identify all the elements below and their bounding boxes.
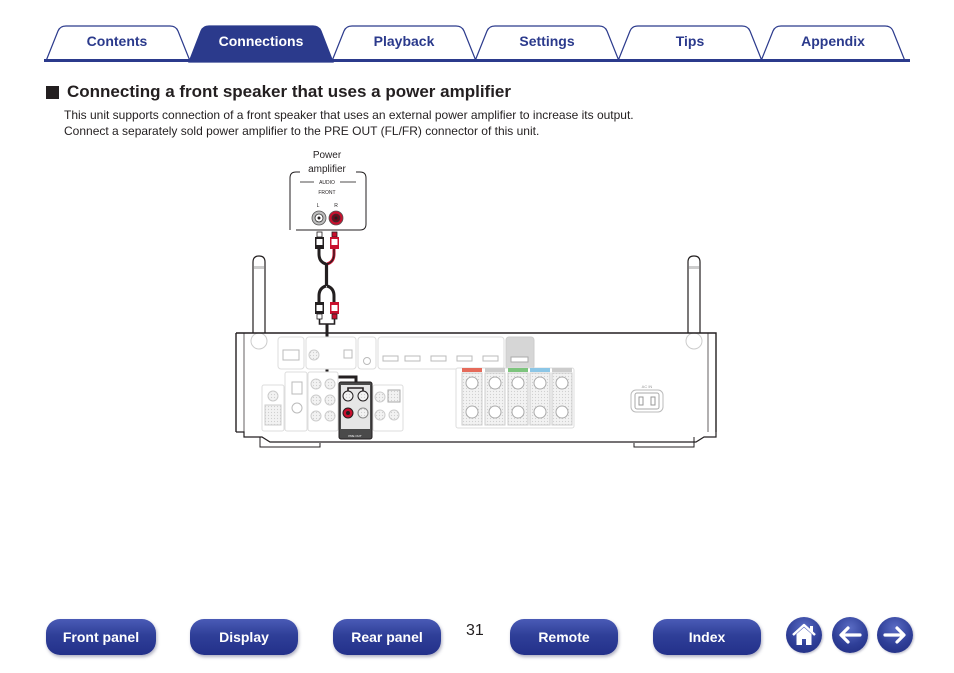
connection-diagram: Power amplifier AUDIO FRONT L R PRE OUT … [235,150,717,448]
av-receiver-rear-panel: PRE OUT AC IN [235,332,717,448]
power-amplifier: Power amplifier AUDIO FRONT L R [289,150,367,231]
amp-front-label: FRONT [318,190,335,196]
back-arrow-icon [839,626,862,644]
amp-right-label: R [334,203,338,209]
tab-playback[interactable]: Playback [344,33,464,53]
tab-appendix[interactable]: Appendix [773,33,893,53]
display-button[interactable]: Display [190,619,298,655]
tab-settings[interactable]: Settings [487,33,607,53]
square-bullet-icon [46,85,59,99]
pre-out-connector: PRE OUT [338,381,373,440]
remote-button[interactable]: Remote [510,619,618,655]
amp-audio-label: AUDIO [319,180,335,186]
back-button[interactable] [832,617,868,653]
amp-left-label: L [317,203,320,209]
tab-connections[interactable]: Connections [201,33,321,53]
description-line-1: This unit supports connection of a front… [64,108,634,122]
forward-arrow-icon [883,626,906,644]
amp-label-line2: amplifier [308,164,346,175]
amp-label-line1: Power [313,150,342,161]
tab-tips[interactable]: Tips [630,33,750,53]
front-panel-button[interactable]: Front panel [46,619,156,655]
index-button[interactable]: Index [653,619,761,655]
antenna-right [685,255,703,350]
section-title-text: Connecting a front speaker that uses a p… [67,82,511,101]
tab-contents[interactable]: Contents [58,33,176,53]
ac-in-label: AC IN [642,384,653,389]
forward-button[interactable] [877,617,913,653]
section-heading: Connecting a front speaker that uses a p… [46,82,511,102]
home-icon [792,623,816,645]
page-number: 31 [466,622,484,639]
pre-out-label: PRE OUT [348,434,362,438]
tab-bar: Contents Connections Playback Settings T… [44,25,910,63]
rear-panel-button[interactable]: Rear panel [333,619,441,655]
antenna-left [250,255,268,350]
home-button[interactable] [786,617,822,653]
amp-right-jack [328,210,344,226]
description-line-2: Connect a separately sold power amplifie… [64,124,540,138]
ac-inlet: AC IN [630,384,664,413]
amp-left-jack [311,210,327,226]
